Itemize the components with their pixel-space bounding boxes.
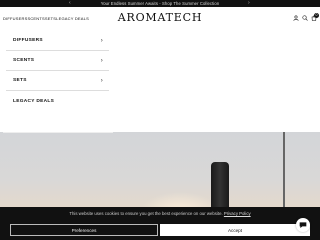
user-icon[interactable] (293, 15, 299, 21)
hero-divider (3, 132, 113, 133)
site-header: DIFFUSERS SCENTS SETS LEGACY DEALS AROMA… (0, 7, 320, 31)
menu-item-scents[interactable]: SCENTS › (6, 51, 109, 71)
menu-item-legacy-deals[interactable]: LEGACY DEALS (6, 91, 109, 111)
chevron-right-icon: › (100, 37, 103, 44)
pole (283, 132, 285, 212)
chat-bubble-icon (299, 216, 307, 234)
cookie-text: This website uses cookies to ensure you … (69, 211, 223, 216)
chevron-right-icon: › (100, 77, 103, 84)
cookie-message: This website uses cookies to ensure you … (0, 211, 320, 216)
chevron-right-icon[interactable]: › (248, 0, 250, 7)
announcement-text[interactable]: Your Endless Summer Awaits - Shop The Su… (101, 1, 220, 6)
preferences-button[interactable]: Preferences (10, 224, 158, 236)
menu-item-sets[interactable]: SETS › (6, 71, 109, 91)
search-icon[interactable] (302, 15, 308, 21)
menu-item-label: DIFFUSERS (13, 38, 43, 43)
mobile-menu: DIFFUSERS › SCENTS › SETS › LEGACY DEALS (6, 31, 109, 111)
cart-count-badge: 0 (314, 13, 319, 18)
site-logo[interactable]: AROMATECH (0, 11, 320, 24)
privacy-policy-link[interactable]: Privacy Policy (224, 211, 251, 216)
chevron-left-icon[interactable]: ‹ (69, 0, 71, 7)
accept-button[interactable]: Accept (160, 224, 310, 236)
chevron-right-icon: › (100, 57, 103, 64)
announcement-bar: ‹ Your Endless Summer Awaits - Shop The … (0, 0, 320, 7)
menu-item-label: SCENTS (13, 58, 35, 63)
menu-item-diffusers[interactable]: DIFFUSERS › (6, 31, 109, 51)
chat-launcher[interactable] (296, 218, 310, 232)
cookie-banner: This website uses cookies to ensure you … (0, 207, 320, 240)
menu-item-label: SETS (13, 78, 27, 83)
menu-item-label: LEGACY DEALS (13, 98, 55, 104)
